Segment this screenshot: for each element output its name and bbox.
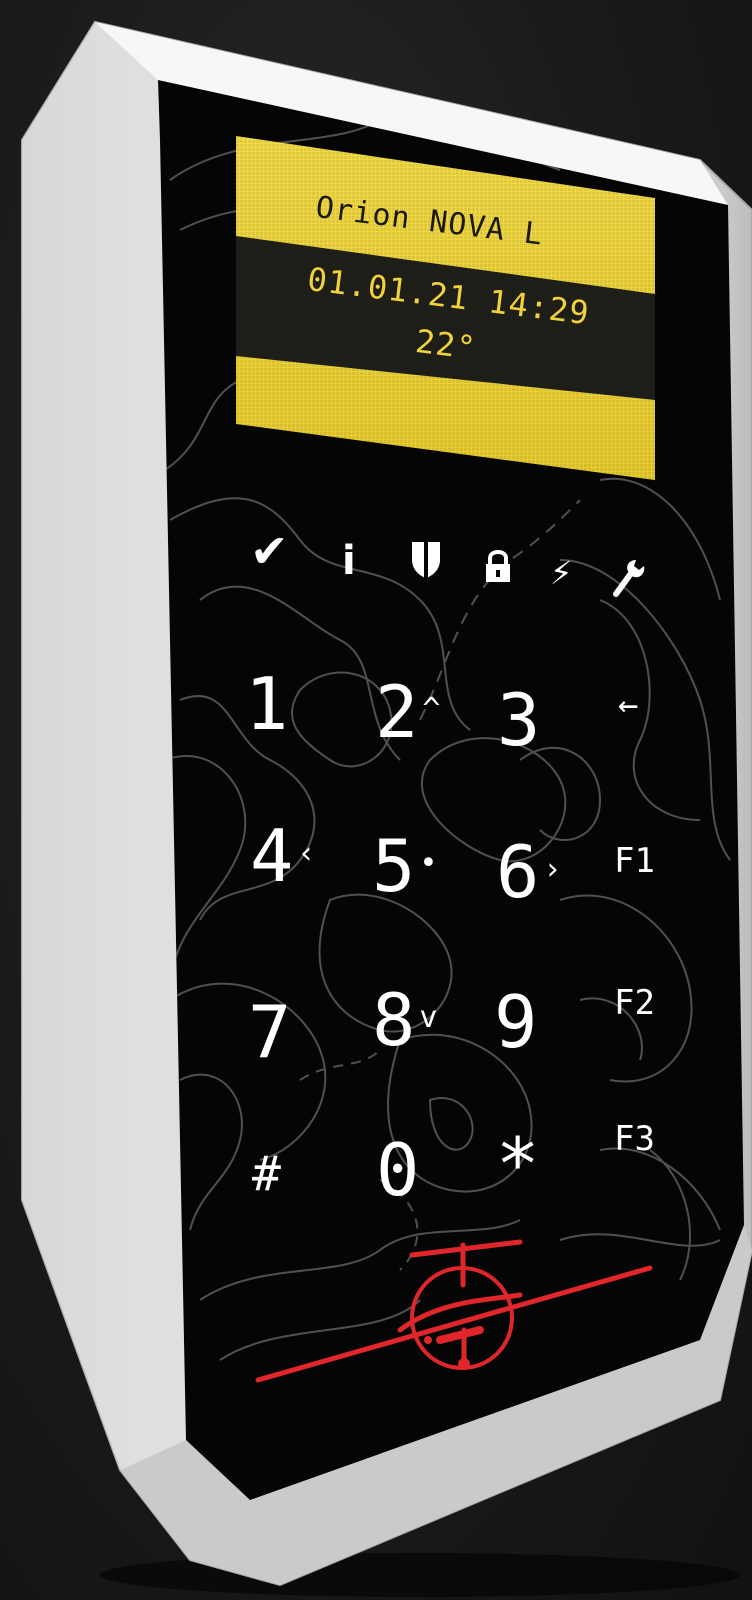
key-3[interactable]: 3 bbox=[497, 684, 544, 756]
key-hash[interactable]: # bbox=[252, 1150, 281, 1198]
lightning-icon: ⚡ bbox=[550, 554, 573, 592]
key-0[interactable]: 0 bbox=[376, 1134, 423, 1206]
key-f2[interactable]: F2 bbox=[614, 986, 655, 1020]
key-backspace[interactable]: ← bbox=[618, 688, 638, 722]
key-star[interactable]: * bbox=[496, 1128, 539, 1200]
key-7[interactable]: 7 bbox=[248, 996, 295, 1068]
wrench-icon bbox=[612, 558, 646, 606]
lock-icon bbox=[484, 548, 512, 584]
key-6-right[interactable]: 6 › bbox=[496, 836, 561, 908]
shield-icon bbox=[410, 540, 442, 580]
key-4-left[interactable]: 4 ‹ bbox=[250, 820, 315, 892]
display-temperature: 22° bbox=[413, 322, 479, 368]
key-2-up[interactable]: 2 ^ bbox=[375, 676, 440, 748]
key-1[interactable]: 1 bbox=[245, 668, 292, 740]
key-9[interactable]: 9 bbox=[494, 986, 541, 1058]
key-8-down[interactable]: 8v bbox=[372, 984, 437, 1056]
check-icon: ✔ bbox=[250, 524, 289, 578]
key-f1[interactable]: F1 bbox=[614, 844, 655, 878]
key-f3[interactable]: F3 bbox=[614, 1122, 655, 1156]
key-5-ok[interactable]: 5 • bbox=[372, 830, 437, 902]
keypad-device-scene bbox=[21, 20, 752, 1597]
info-icon: i bbox=[342, 538, 356, 584]
